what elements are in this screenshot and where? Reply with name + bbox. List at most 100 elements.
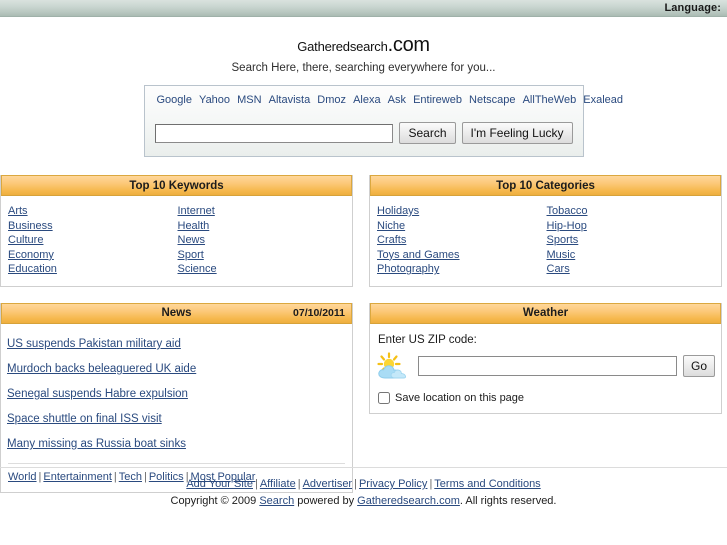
copyright-suffix: . All rights reserved. [459,495,557,507]
categories-panel-body: Holidays Niche Crafts Toys and Games Pho… [370,196,721,286]
keyword-link-economy[interactable]: Economy [7,248,54,263]
weather-panel-title: Weather [522,307,569,320]
engine-link-msn[interactable]: MSN [237,94,261,106]
news-item[interactable]: Space shuttle on final ISS visit [7,407,162,432]
news-divider [8,462,345,464]
footer-link-add-your-site[interactable]: Add Your Site [186,478,253,490]
category-link-sports[interactable]: Sports [546,233,579,248]
keyword-link-business[interactable]: Business [7,219,53,234]
keyword-link-culture[interactable]: Culture [7,233,43,248]
feeling-lucky-button[interactable]: I'm Feeling Lucky [461,122,573,144]
footer-link-affiliate[interactable]: Affiliate [260,478,296,490]
weather-panel-header: Weather [370,302,721,324]
save-location-label: Save location on this page [395,391,525,404]
category-link-holidays[interactable]: Holidays [376,204,419,219]
keyword-link-sport[interactable]: Sport [177,248,204,263]
category-link-crafts[interactable]: Crafts [376,233,406,248]
footer-link-terms-and-conditions[interactable]: Terms and Conditions [434,478,540,490]
footer-separator: | [429,478,433,490]
category-link-tobacco[interactable]: Tobacco [546,204,588,219]
keywords-panel: Top 10 Keywords Arts Business Culture Ec… [0,175,353,287]
category-link-cars[interactable]: Cars [546,262,570,277]
page-footer: Add Your Site | Affiliate | Advertiser | Priva… [0,467,727,507]
site-header: Gatheredsearch.com Search Here, there, s… [0,17,727,74]
keyword-link-education[interactable]: Education [7,262,57,277]
search-panel: Google Yahoo MSN Altavista Dmoz Alexa As… [143,85,624,157]
categories-panel-header: Top 10 Categories [370,175,721,196]
search-button[interactable]: Search [399,122,456,144]
engine-link-netscape[interactable]: Netscape [469,94,515,106]
engine-link-google[interactable]: Google [157,94,192,106]
category-link-music[interactable]: Music [546,248,576,263]
news-item[interactable]: Murdoch backs beleaguered UK aide [7,357,196,382]
search-engine-links: Google Yahoo MSN Altavista Dmoz Alexa As… [155,94,624,108]
engine-link-exalead[interactable]: Exalead [583,94,623,106]
news-item[interactable]: US suspends Pakistan military aid [7,332,181,357]
search-input[interactable] [154,123,394,143]
logo-name-text: Gatheredsearch [297,39,388,54]
footer-divider [0,467,727,468]
engine-link-ask[interactable]: Ask [388,94,406,106]
weather-panel: Weather Enter US ZIP code: Go Save locat… [369,302,722,414]
save-location-checkbox[interactable] [378,391,390,404]
category-link-toys-games[interactable]: Toys and Games [376,248,460,263]
footer-link-privacy-policy[interactable]: Privacy Policy [359,478,427,490]
sun-behind-cloud-icon [376,352,412,380]
weather-input-row: Go [376,352,715,380]
keywords-panel-header: Top 10 Keywords [1,175,352,196]
categories-link-grid: Holidays Niche Crafts Toys and Games Pho… [376,204,715,277]
keyword-link-internet[interactable]: Internet [177,204,215,219]
engine-link-yahoo[interactable]: Yahoo [199,94,230,106]
weather-panel-body: Enter US ZIP code: Go Save location on t… [370,324,721,413]
weather-go-button[interactable]: Go [682,354,715,377]
logo-tld-text: .com [387,34,430,56]
site-logo[interactable]: Gatheredsearch.com [0,35,727,55]
news-list: US suspends Pakistan military aid Murdoc… [7,332,346,457]
category-link-photography[interactable]: Photography [376,262,439,277]
news-item[interactable]: Many missing as Russia boat sinks [7,432,186,457]
keyword-link-science[interactable]: Science [177,262,217,277]
engine-link-entireweb[interactable]: Entireweb [413,94,462,106]
save-location-row: Save location on this page [376,391,715,404]
zip-code-input[interactable] [418,355,677,376]
engine-link-alexa[interactable]: Alexa [353,94,381,106]
keywords-link-grid: Arts Business Culture Economy Education … [7,204,346,277]
keywords-column-left: Arts Business Culture Economy Education [7,204,177,277]
categories-column-right: Tobacco Hip-Hop Sports Music Cars [546,204,716,277]
footer-links: Add Your Site | Affiliate | Advertiser | Priva… [0,478,727,490]
keywords-panel-body: Arts Business Culture Economy Education … [1,196,352,286]
news-item[interactable]: Senegal suspends Habre expulsion [7,382,188,407]
engine-link-altavista[interactable]: Altavista [269,94,311,106]
language-label: Language: [664,2,721,14]
copyright-text: Copyright © 2009 Search powered by Gathe… [0,495,727,507]
copyright-middle: powered by [294,495,358,507]
category-link-hip-hop[interactable]: Hip-Hop [546,219,587,234]
news-panel-header: News 07/10/2011 [1,302,352,324]
keywords-column-right: Internet Health News Sport Science [177,204,347,277]
copyright-site-link[interactable]: Gatheredsearch.com [357,495,460,507]
categories-panel: Top 10 Categories Holidays Niche Crafts … [369,175,722,287]
engine-link-dmoz[interactable]: Dmoz [317,94,346,106]
left-column: Top 10 Keywords Arts Business Culture Ec… [0,175,353,493]
keyword-link-health[interactable]: Health [177,219,210,234]
news-panel-title: News [161,307,192,320]
footer-separator: | [297,478,301,490]
zip-prompt-label: Enter US ZIP code: [378,333,477,346]
keyword-link-arts[interactable]: Arts [7,204,28,219]
keywords-panel-title: Top 10 Keywords [129,179,224,192]
keyword-link-news[interactable]: News [177,233,206,248]
category-link-niche[interactable]: Niche [376,219,405,234]
copyright-prefix: Copyright © 2009 [170,495,260,507]
categories-column-left: Holidays Niche Crafts Toys and Games Pho… [376,204,546,277]
footer-separator: | [354,478,357,490]
content-columns: Top 10 Keywords Arts Business Culture Ec… [0,175,727,493]
news-panel: News 07/10/2011 US suspends Pakistan mil… [0,302,353,493]
language-bar: Language: [0,0,727,17]
copyright-search-link[interactable]: Search [259,495,294,507]
footer-link-advertiser[interactable]: Advertiser [303,478,353,490]
right-column: Top 10 Categories Holidays Niche Crafts … [369,175,722,493]
news-date: 07/10/2011 [293,307,345,320]
site-tagline: Search Here, there, searching everywhere… [231,62,496,74]
footer-separator: | [254,478,258,490]
engine-link-alltheweb[interactable]: AllTheWeb [523,94,577,106]
